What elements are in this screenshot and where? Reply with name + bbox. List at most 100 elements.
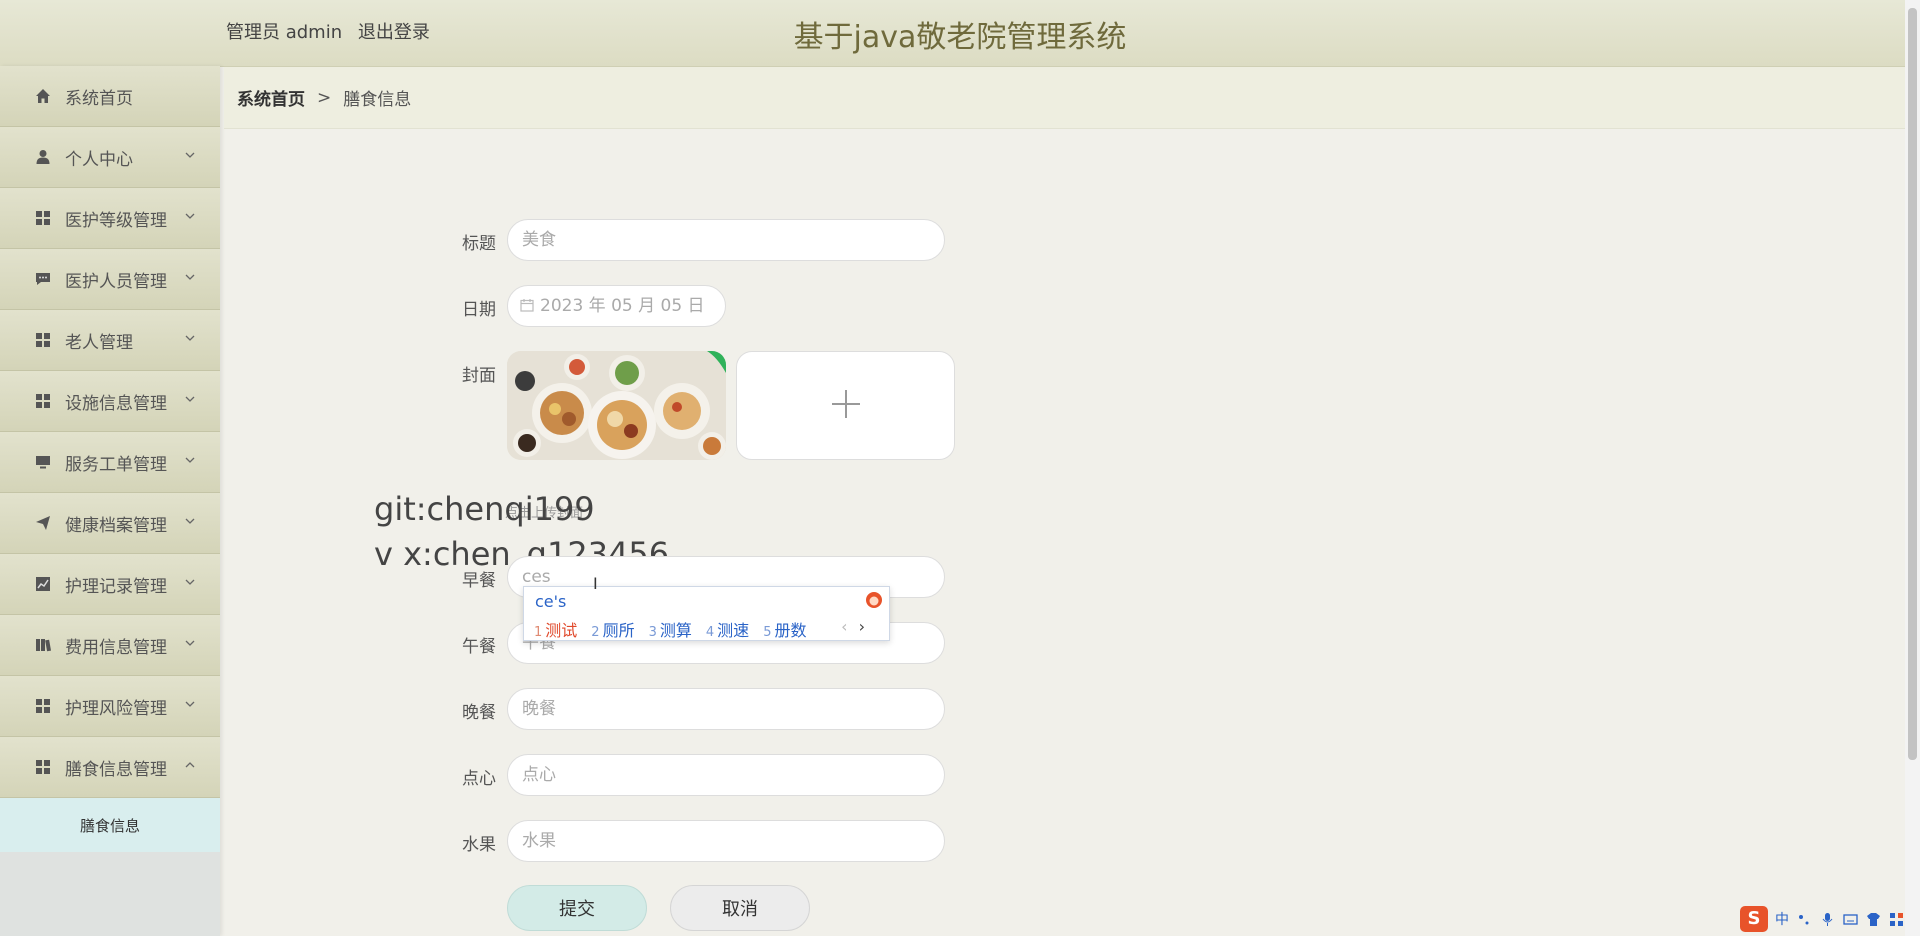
logout-link[interactable]: 退出登录 — [358, 22, 430, 43]
chevron-down-icon — [184, 393, 196, 405]
chevron-down-icon — [184, 454, 196, 466]
home-icon — [35, 88, 51, 104]
ime-prev-arrow[interactable]: ‹ — [841, 617, 847, 636]
sidebar-item-label: 服务工单管理 — [65, 454, 167, 475]
calendar-icon — [520, 298, 534, 312]
chevron-down-icon — [184, 271, 196, 283]
ime-mode-toggle[interactable]: 中 — [1775, 909, 1789, 929]
date-label: 日期 — [462, 300, 496, 320]
lunch-label: 午餐 — [462, 637, 496, 657]
sidebar-item-personal[interactable]: 个人中心 — [0, 127, 220, 188]
chevron-down-icon — [184, 210, 196, 222]
user-icon — [35, 149, 51, 165]
microphone-icon[interactable] — [1820, 912, 1835, 927]
breadcrumb-current: 膳食信息 — [343, 90, 412, 110]
chat-icon — [35, 271, 51, 287]
ime-composition: ce's — [535, 592, 567, 611]
cover-image[interactable] — [507, 351, 726, 460]
sidebar-item-label: 系统首页 — [65, 88, 133, 109]
ime-candidate-popup: ce's 1 测试 2 厕所 3 测算 4 测速 5 册数 ‹ › — [523, 586, 890, 641]
chevron-down-icon — [184, 637, 196, 649]
grid-icon — [35, 210, 51, 226]
ime-candidate[interactable]: 4 测速 — [706, 617, 749, 641]
sidebar-subitem-diet-info[interactable]: 膳食信息 — [0, 798, 220, 852]
dinner-input[interactable]: 晚餐 — [507, 688, 945, 730]
page-scrollbar[interactable] — [1905, 0, 1920, 936]
grid-icon — [35, 393, 51, 409]
toolbox-grid-icon[interactable] — [1889, 912, 1904, 927]
snack-input[interactable]: 点心 — [507, 754, 945, 796]
top-header: 管理员 admin 退出登录 基于java敬老院管理系统 — [0, 0, 1905, 67]
sidebar-item-health-record[interactable]: 健康档案管理 — [0, 493, 220, 554]
date-value: 2023 年 05 月 05 日 — [540, 296, 705, 316]
scrollbar-thumb[interactable] — [1908, 8, 1917, 760]
date-picker[interactable]: 2023 年 05 月 05 日 — [507, 285, 726, 327]
sidebar-item-home[interactable]: 系统首页 — [0, 66, 220, 127]
ime-next-arrow[interactable]: › — [859, 617, 865, 636]
punctuation-icon[interactable] — [1797, 912, 1812, 927]
keyboard-icon[interactable] — [1843, 912, 1858, 927]
sidebar-item-label: 设施信息管理 — [65, 393, 167, 414]
sidebar-item-label: 护理记录管理 — [65, 576, 167, 597]
fruit-label: 水果 — [462, 835, 496, 855]
sidebar-item-label: 医护等级管理 — [65, 210, 167, 231]
watermark-line1: git:chenqi199 — [374, 490, 595, 528]
submit-button[interactable]: 提交 — [507, 885, 647, 931]
plus-icon — [829, 387, 863, 425]
breadcrumb-separator: > — [317, 87, 332, 108]
sidebar-item-nursing-risk[interactable]: 护理风险管理 — [0, 676, 220, 737]
chevron-down-icon — [184, 515, 196, 527]
sidebar-item-facility[interactable]: 设施信息管理 — [0, 371, 220, 432]
grid-icon — [35, 759, 51, 775]
skin-shirt-icon[interactable] — [1866, 912, 1881, 927]
fruit-input[interactable]: 水果 — [507, 820, 945, 862]
chevron-up-icon — [184, 759, 196, 771]
book-icon — [35, 637, 51, 653]
sidebar-item-care-level[interactable]: 医护等级管理 — [0, 188, 220, 249]
text-cursor-icon: I — [593, 574, 598, 593]
cancel-button[interactable]: 取消 — [670, 885, 810, 931]
system-title: 基于java敬老院管理系统 — [793, 20, 1127, 55]
sidebar-item-diet[interactable]: 膳食信息管理 — [0, 737, 220, 798]
sidebar-item-label: 个人中心 — [65, 149, 133, 170]
sidebar-item-label: 护理风险管理 — [65, 698, 167, 719]
ime-candidate[interactable]: 5 册数 — [763, 617, 806, 641]
chevron-down-icon — [184, 332, 196, 344]
breadcrumb-home[interactable]: 系统首页 — [237, 85, 305, 110]
chevron-down-icon — [184, 149, 196, 161]
ime-candidate-list: 1 测试 2 厕所 3 测算 4 测速 5 册数 — [534, 617, 820, 641]
title-label: 标题 — [462, 234, 496, 254]
breadcrumb: 系统首页 > 膳食信息 — [224, 67, 1905, 129]
ime-page-arrows: ‹ › — [841, 617, 865, 636]
sidebar-item-label: 老人管理 — [65, 332, 133, 353]
user-info: 管理员 admin 退出登录 — [226, 18, 440, 44]
chevron-down-icon — [184, 698, 196, 710]
ime-candidate[interactable]: 3 测算 — [649, 617, 692, 641]
sidebar-item-label: 医护人员管理 — [65, 271, 167, 292]
user-role: 管理员 admin — [226, 22, 343, 43]
snack-label: 点心 — [462, 769, 496, 789]
sidebar-item-fee[interactable]: 费用信息管理 — [0, 615, 220, 676]
ime-logo-icon — [865, 591, 883, 609]
sidebar-item-nursing-record[interactable]: 护理记录管理 — [0, 554, 220, 615]
ime-candidate[interactable]: 2 厕所 — [591, 617, 634, 641]
cover-label: 封面 — [462, 366, 496, 386]
sidebar: 系统首页 个人中心 医护等级管理 医护人员管理 老人管理 设施信息管理 服务工单… — [0, 66, 220, 936]
sidebar-item-medical-staff[interactable]: 医护人员管理 — [0, 249, 220, 310]
sidebar-item-elderly[interactable]: 老人管理 — [0, 310, 220, 371]
grid-icon — [35, 698, 51, 714]
upload-cover-button[interactable] — [736, 351, 955, 460]
sidebar-item-label: 健康档案管理 — [65, 515, 167, 536]
ime-candidate[interactable]: 1 测试 — [534, 617, 577, 641]
dinner-label: 晚餐 — [462, 703, 496, 723]
sogou-logo-icon[interactable]: S — [1740, 906, 1768, 932]
chevron-down-icon — [184, 576, 196, 588]
monitor-icon — [35, 454, 51, 470]
grid-icon — [35, 332, 51, 348]
chart-icon — [35, 576, 51, 592]
ime-tray: S 中 — [1740, 905, 1904, 933]
sidebar-item-service-order[interactable]: 服务工单管理 — [0, 432, 220, 493]
sidebar-item-label: 费用信息管理 — [65, 637, 167, 658]
title-input[interactable]: 美食 — [507, 219, 945, 261]
sidebar-item-label: 膳食信息管理 — [65, 759, 167, 780]
